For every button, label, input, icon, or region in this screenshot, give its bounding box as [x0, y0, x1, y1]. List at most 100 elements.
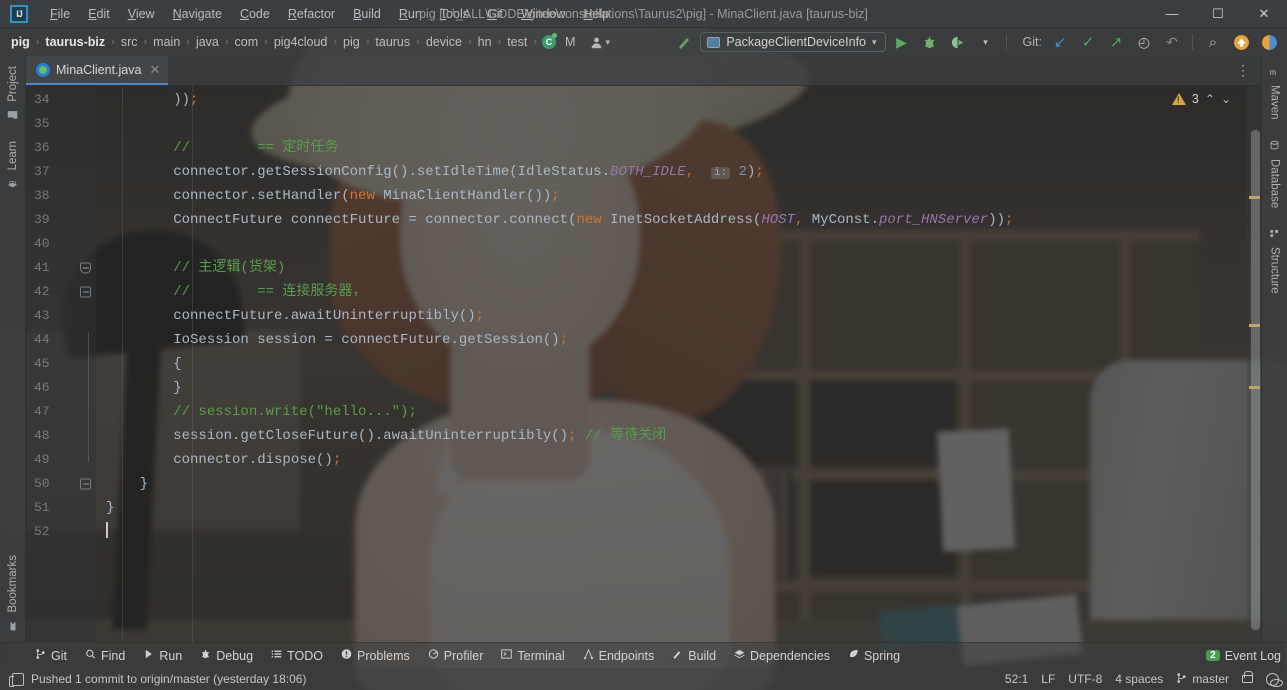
line-number: 37 — [34, 164, 50, 179]
sidebar-item-structure[interactable]: Structure — [1269, 218, 1281, 304]
code-line-50: } — [106, 476, 149, 492]
tool-button-git[interactable]: Git — [26, 646, 76, 665]
breadcrumb-taurus[interactable]: taurus — [370, 33, 415, 51]
git-update-project-icon[interactable]: ↙ — [1048, 31, 1072, 53]
breadcrumb-class[interactable]: C M — [538, 31, 584, 53]
inspections-widget[interactable]: 3 ⌃ ⌄ — [1171, 92, 1231, 106]
status-message-group[interactable]: Pushed 1 commit to origin/master (yester… — [9, 672, 306, 687]
right-tool-window-strip: m Maven Database Structure — [1261, 56, 1287, 642]
editor-column: MinaClient.java ✕ ⋮ 34 35 36 37 38 39 40… — [26, 56, 1261, 642]
git-push-icon[interactable]: ↗ — [1104, 31, 1128, 53]
breadcrumb-taurus-biz[interactable]: taurus-biz — [40, 33, 110, 51]
run-config-icon — [707, 36, 721, 48]
menu-edit[interactable]: Edit — [80, 4, 118, 24]
code-editor[interactable]: )); // == 定时任务 connector.getSessionConfi… — [96, 86, 1247, 642]
tool-button-event-log[interactable]: Event Log — [1225, 649, 1281, 663]
menu-git[interactable]: Git — [479, 4, 511, 24]
tool-button-endpoints[interactable]: Endpoints — [574, 646, 664, 665]
editor-marker-bar[interactable] — [1247, 86, 1261, 642]
breadcrumb-test[interactable]: test — [502, 33, 532, 51]
sidebar-item-project[interactable]: Project — [7, 56, 19, 131]
tool-button-problems[interactable]: Problems — [332, 646, 419, 665]
line-number: 44 — [34, 332, 50, 347]
git-history-icon[interactable]: ◴ — [1132, 31, 1156, 53]
breadcrumb-pig[interactable]: pig — [6, 33, 35, 51]
breadcrumb-pig2[interactable]: pig — [338, 33, 365, 51]
globe-icon[interactable] — [1266, 672, 1283, 687]
tool-button-dependencies[interactable]: Dependencies — [725, 646, 839, 665]
tool-button-profiler[interactable]: Profiler — [419, 646, 493, 665]
editor-gutter[interactable]: 34 35 36 37 38 39 40 41 42 43 44 45 46 4… — [26, 86, 96, 642]
line-number: 48 — [34, 428, 50, 443]
user-avatar-icon[interactable]: ▾ — [590, 36, 610, 49]
tool-button-spring[interactable]: Spring — [839, 646, 909, 665]
line-number: 49 — [34, 452, 50, 467]
more-run-options-icon[interactable]: ▾ — [974, 31, 998, 53]
ide-indicator-icon[interactable] — [1257, 31, 1281, 53]
menu-refactor[interactable]: Refactor — [280, 4, 343, 24]
menu-navigate[interactable]: Navigate — [165, 4, 230, 24]
left-strip-bottom-group: Bookmarks — [7, 545, 19, 642]
file-encoding[interactable]: UTF-8 — [1068, 672, 1102, 686]
sidebar-item-bookmarks[interactable]: Bookmarks — [7, 545, 19, 642]
breadcrumb-com[interactable]: com — [230, 33, 264, 51]
menu-code[interactable]: Code — [232, 4, 278, 24]
previous-problem-icon[interactable]: ⌃ — [1205, 92, 1215, 106]
close-button[interactable]: ✕ — [1241, 0, 1287, 27]
tool-button-find[interactable]: Find — [76, 646, 134, 665]
graduation-cap-icon — [7, 175, 18, 189]
breadcrumb-pig4cloud[interactable]: pig4cloud — [269, 33, 333, 51]
menu-view[interactable]: View — [120, 4, 163, 24]
lock-icon[interactable] — [1242, 671, 1253, 683]
minimize-button[interactable]: — — [1149, 0, 1195, 27]
build-hammer-icon[interactable] — [672, 31, 696, 53]
tool-button-terminal[interactable]: Terminal — [492, 646, 573, 665]
code-line-37: connector.getSessionConfig().setIdleTime… — [106, 164, 764, 180]
maximize-button[interactable]: ☐ — [1195, 0, 1241, 27]
editor-scrollbar-thumb[interactable] — [1251, 130, 1260, 630]
caret-position[interactable]: 52:1 — [1005, 672, 1028, 686]
updates-available-icon[interactable] — [1229, 31, 1253, 53]
fold-marker-icon[interactable] — [80, 286, 91, 298]
breadcrumb-java[interactable]: java — [191, 33, 224, 51]
menu-tools[interactable]: Tools — [432, 4, 477, 24]
run-config-name: PackageClientDeviceInfo — [726, 35, 867, 49]
next-problem-icon[interactable]: ⌄ — [1221, 92, 1231, 106]
run-configuration-selector[interactable]: PackageClientDeviceInfo ▾ — [700, 32, 886, 52]
close-tab-icon[interactable]: ✕ — [149, 62, 160, 78]
bookmark-icon — [8, 618, 18, 632]
breadcrumb-device[interactable]: device — [421, 33, 467, 51]
play-icon — [143, 648, 154, 663]
tool-button-todo[interactable]: TODO — [262, 646, 332, 665]
tab-minaclient-java[interactable]: MinaClient.java ✕ — [26, 56, 169, 85]
tool-label-dependencies: Dependencies — [750, 648, 830, 663]
search-everywhere-icon[interactable]: ⌕ — [1201, 31, 1225, 53]
line-separator[interactable]: LF — [1041, 672, 1055, 686]
run-with-coverage-button[interactable] — [946, 31, 970, 53]
breadcrumb-src[interactable]: src — [116, 33, 143, 51]
fold-marker-icon[interactable] — [80, 478, 91, 490]
git-commit-icon[interactable]: ✓ — [1076, 31, 1100, 53]
tool-button-build[interactable]: Build — [663, 646, 725, 665]
line-number: 35 — [34, 116, 50, 131]
leaf-icon — [848, 648, 859, 663]
menu-file[interactable]: File — [42, 4, 78, 24]
indent-setting[interactable]: 4 spaces — [1115, 672, 1163, 686]
git-branch-widget[interactable]: master — [1176, 672, 1229, 687]
breadcrumb-hn[interactable]: hn — [473, 33, 497, 51]
tool-button-debug[interactable]: Debug — [191, 646, 262, 665]
menu-window[interactable]: Window — [513, 4, 573, 24]
tool-button-run[interactable]: Run — [134, 646, 191, 665]
sidebar-item-database[interactable]: Database — [1269, 130, 1281, 218]
debug-button[interactable] — [918, 31, 942, 53]
sidebar-item-maven[interactable]: m Maven — [1269, 56, 1281, 130]
menu-build[interactable]: Build — [345, 4, 389, 24]
fold-marker-icon[interactable] — [80, 262, 91, 274]
menu-help[interactable]: Help — [575, 4, 617, 24]
sidebar-item-learn[interactable]: Learn — [7, 131, 19, 199]
run-button[interactable]: ▶ — [890, 31, 914, 53]
breadcrumb-main[interactable]: main — [148, 33, 185, 51]
code-line-34: )); — [106, 92, 199, 108]
editor-tabs-more-icon[interactable]: ⋮ — [1226, 56, 1261, 85]
menu-run[interactable]: Run — [391, 4, 430, 24]
